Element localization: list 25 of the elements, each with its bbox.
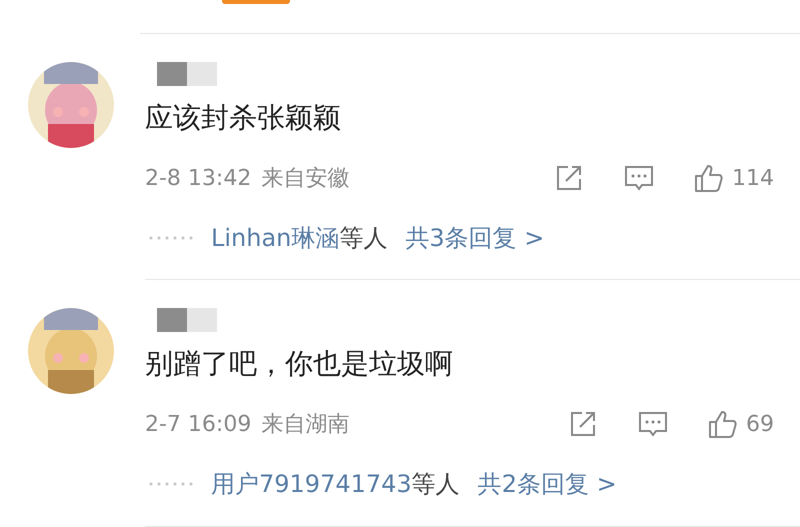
comment-icon[interactable] — [638, 409, 668, 439]
comment-location: 来自湖南 — [261, 410, 350, 438]
replies-suffix: 等人 — [412, 469, 460, 500]
comment-text: 应该封杀张颖颖 — [145, 100, 342, 136]
comment-icon[interactable] — [624, 163, 654, 193]
user-link[interactable]: Linhan琳涵 — [211, 220, 340, 256]
pixelated-name — [157, 62, 217, 86]
pixelated-name — [157, 308, 217, 332]
ellipsis-icon — [149, 236, 193, 240]
share-icon[interactable] — [568, 409, 598, 439]
tab-edge — [222, 0, 290, 4]
user-link[interactable]: 用户7919741743 — [211, 466, 412, 502]
like-count: 69 — [746, 410, 774, 438]
replies-link[interactable]: 共3条回复 > — [405, 220, 544, 256]
comment-location: 来自安徽 — [261, 164, 350, 192]
replies-link[interactable]: 共2条回复 > — [478, 466, 617, 502]
comment-time: 2-8 13:42 — [145, 164, 252, 192]
thumbs-up-icon[interactable] — [694, 163, 724, 193]
comment-text: 别蹭了吧，你也是垃圾啊 — [145, 346, 454, 382]
thumbs-up-icon[interactable] — [708, 409, 738, 439]
replies-suffix: 等人 — [339, 223, 388, 254]
like-count: 114 — [732, 164, 774, 192]
share-icon[interactable] — [554, 163, 584, 193]
comment-time: 2-7 16:09 — [145, 410, 252, 438]
ellipsis-icon — [149, 482, 193, 486]
